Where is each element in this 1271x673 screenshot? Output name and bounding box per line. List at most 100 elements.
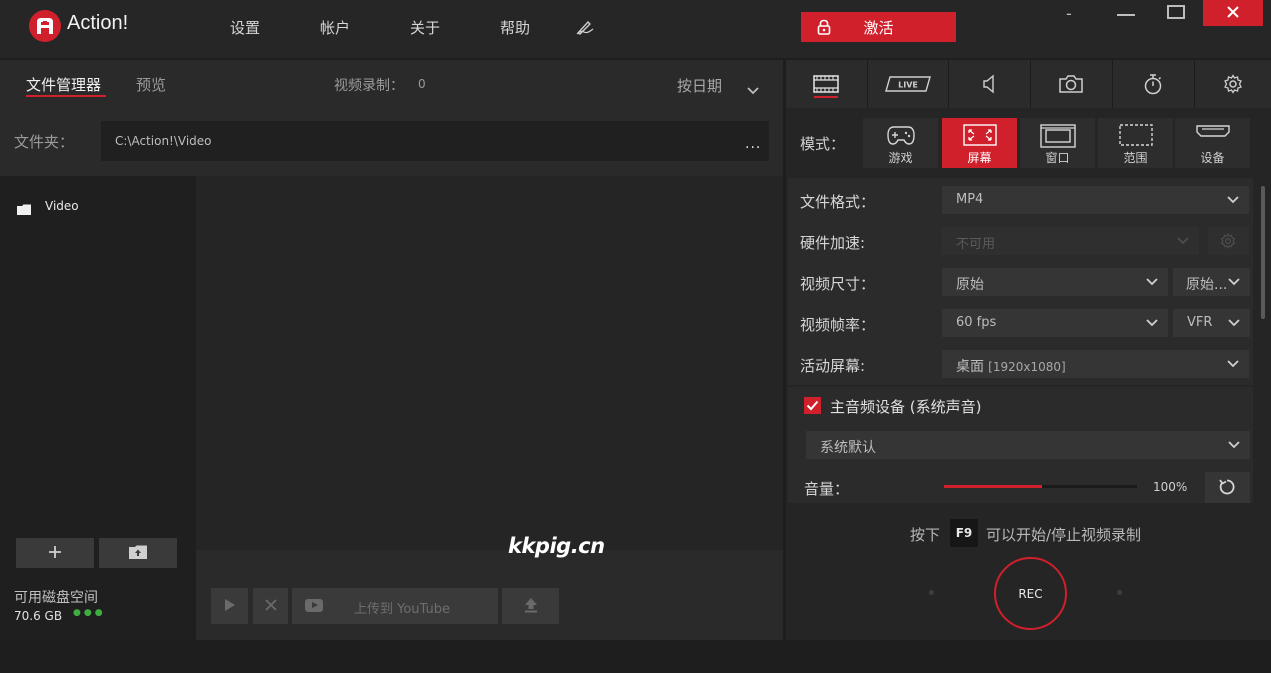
folder-upload-button[interactable] [99, 538, 177, 568]
hw-accel-label: 硬件加速: [800, 234, 866, 252]
volume-value: 100% [1153, 480, 1188, 494]
tab-preferences[interactable] [1194, 60, 1271, 108]
plus-icon [49, 545, 61, 558]
window-close-button[interactable] [1203, 0, 1263, 26]
gear-icon [1224, 74, 1242, 94]
speaker-icon [982, 74, 994, 94]
mode-game-label: 游戏 [888, 151, 913, 165]
hotkey-prefix: 按下 [910, 526, 941, 544]
gear-icon [1220, 233, 1236, 249]
upload-youtube-label: 上传到 YouTube [354, 602, 450, 617]
window-icon [1039, 124, 1076, 148]
tab-screenshot[interactable] [1030, 60, 1110, 108]
rec-button[interactable]: REC [994, 557, 1067, 630]
active-tab-underline [26, 95, 106, 97]
tab-audio[interactable] [948, 60, 1028, 108]
tab-live[interactable]: LIVE [867, 60, 947, 108]
mode-region-button[interactable]: 范围 [1098, 118, 1173, 168]
mode-device-button[interactable]: 设备 [1175, 118, 1250, 168]
chevron-down-icon [1146, 278, 1158, 286]
window-minimize-bar-icon[interactable] [1117, 14, 1135, 16]
settings-scrollbar[interactable] [1261, 186, 1265, 319]
mode-device-label: 设备 [1200, 151, 1225, 165]
activate-button[interactable]: 激活 [801, 12, 956, 42]
chevron-down-icon [1228, 278, 1240, 286]
active-tab-underline [814, 96, 838, 98]
nav-account[interactable]: 帐户 [320, 17, 350, 38]
tab-timer[interactable] [1112, 60, 1192, 108]
active-screen-label: 活动屏幕: [800, 357, 866, 375]
tab-preview[interactable]: 预览 [136, 74, 166, 95]
video-size-dropdown[interactable]: 原始 [942, 268, 1168, 296]
svg-text:LIVE: LIVE [898, 81, 918, 90]
nav-help[interactable]: 帮助 [500, 17, 530, 38]
window-minimize-button[interactable]: - [1066, 4, 1086, 30]
disk-space-label: 可用磁盘空间 [14, 590, 98, 606]
youtube-icon [305, 599, 323, 612]
chevron-down-icon [1177, 237, 1189, 245]
audio-device-dropdown[interactable]: 系统默认 [806, 431, 1250, 459]
tree-item-video[interactable]: Video [45, 199, 79, 213]
upload-arrow-icon [524, 597, 537, 612]
chevron-down-icon [1227, 196, 1239, 204]
file-format-dropdown[interactable]: MP4 [942, 186, 1249, 214]
active-screen-dropdown[interactable]: 桌面 [1920x1080] [942, 350, 1249, 378]
upload-youtube-button[interactable]: 上传到 YouTube [292, 588, 498, 624]
mode-screen-label: 屏幕 [967, 151, 992, 165]
activate-label: 激活 [863, 19, 894, 37]
delete-button[interactable] [253, 588, 288, 624]
rec-side-dot [1117, 590, 1122, 595]
rec-side-dot [929, 590, 934, 595]
play-button[interactable] [211, 588, 248, 624]
folder-label: 文件夹： [14, 133, 75, 151]
disk-status-dots: ●●● [73, 608, 106, 618]
hotkey-description: 可以开始/停止视频录制 [986, 526, 1142, 544]
volume-label: 音量： [804, 480, 850, 498]
main-audio-checkbox[interactable] [804, 397, 821, 414]
hdmi-device-icon [1195, 125, 1230, 137]
stopwatch-icon [1144, 74, 1161, 95]
folder-tree [0, 176, 196, 530]
nav-about[interactable]: 关于 [410, 17, 440, 38]
sort-dropdown[interactable]: 按日期 [677, 75, 722, 96]
mode-region-label: 范围 [1123, 151, 1148, 165]
close-icon [264, 598, 277, 611]
tab-video[interactable] [786, 60, 866, 108]
upload-button[interactable] [502, 588, 559, 624]
window-maximize-button[interactable] [1167, 5, 1185, 19]
reset-icon [1219, 479, 1235, 495]
add-folder-button[interactable] [16, 538, 94, 568]
hotkey-key: F9 [950, 519, 978, 547]
volume-reset-button[interactable] [1205, 472, 1250, 503]
chevron-down-icon [1228, 319, 1240, 327]
hw-accel-settings-button [1208, 227, 1249, 255]
video-size-scale-dropdown[interactable]: 原始... [1173, 268, 1250, 296]
folder-path-field[interactable]: C:\Action!\Video [101, 121, 769, 161]
frame-rate-mode-dropdown[interactable]: VFR [1173, 309, 1250, 337]
tab-file-manager[interactable]: 文件管理器 [26, 74, 101, 95]
mode-window-label: 窗口 [1045, 151, 1070, 165]
camera-icon [1058, 75, 1083, 93]
folder-upload-icon [129, 545, 147, 559]
mode-window-button[interactable]: 窗口 [1020, 118, 1095, 168]
frame-rate-mode-value: VFR [1187, 315, 1213, 330]
recording-count-label: 视频录制： [334, 78, 404, 94]
file-list-area[interactable] [196, 176, 783, 550]
hw-accel-value: 不可用 [956, 237, 996, 252]
frame-rate-value: 60 fps [956, 315, 997, 330]
gamepad-icon [886, 126, 915, 145]
frame-rate-dropdown[interactable]: 60 fps [942, 309, 1168, 337]
chevron-down-icon[interactable] [747, 80, 759, 99]
active-screen-value: 桌面 [956, 359, 984, 375]
chevron-down-icon [1228, 441, 1240, 449]
frame-rate-label: 视频帧率： [800, 316, 876, 334]
mode-screen-button[interactable]: 屏幕 [942, 118, 1017, 168]
region-icon [1118, 124, 1153, 146]
mode-label: 模式： [800, 135, 846, 153]
watermark-text: kkpig.cn [508, 534, 605, 558]
nav-settings[interactable]: 设置 [230, 17, 260, 38]
folder-browse-button[interactable]: ... [745, 136, 761, 152]
pen-icon[interactable] [575, 17, 595, 37]
app-logo-icon [29, 10, 61, 42]
mode-game-button[interactable]: 游戏 [863, 118, 938, 168]
